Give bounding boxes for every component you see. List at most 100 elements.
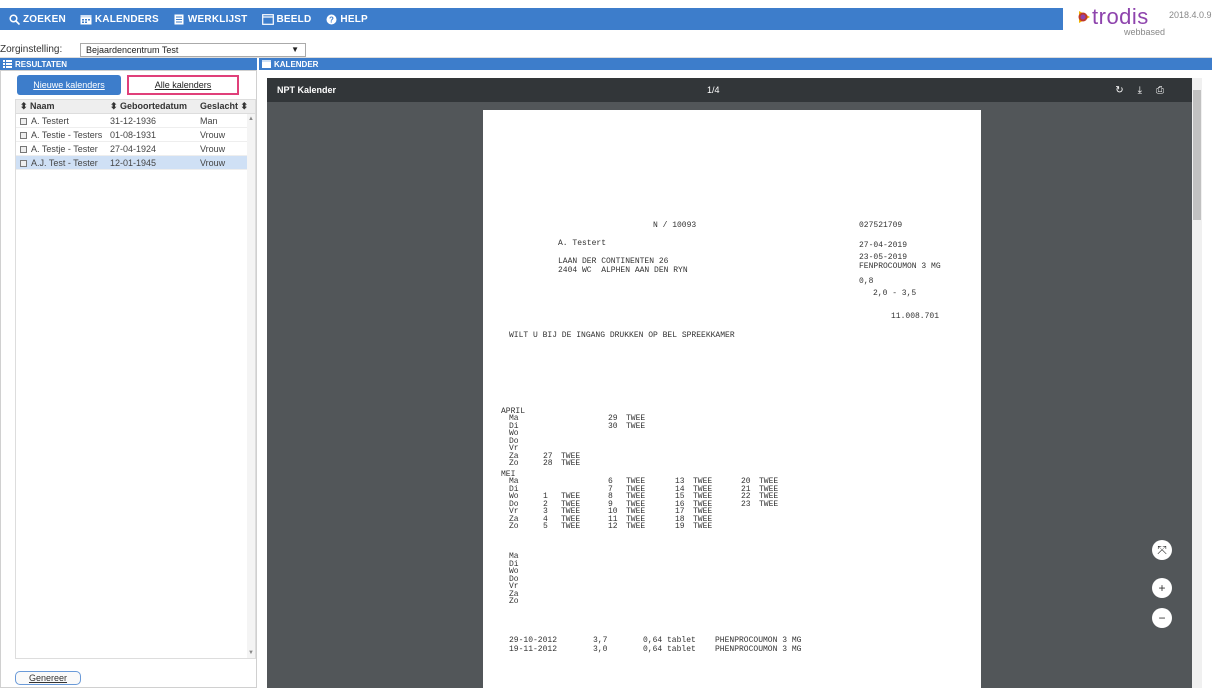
history-row: 19-11-2012: [509, 645, 558, 654]
scroll-up-icon[interactable]: ▲: [248, 116, 254, 122]
table-row[interactable]: A. Testert 31-12-1936 Man: [16, 114, 255, 128]
doc-medication: FENPROCOUMON 3 MG: [859, 262, 941, 271]
menu-label: ZOEKEN: [23, 13, 66, 25]
history-row: PHENPROCOUMON 3 MG: [715, 645, 802, 654]
doc-notice: WILT U BIJ DE INGANG DRUKKEN OP BEL SPRE…: [509, 331, 735, 340]
day-number: 12: [608, 522, 618, 531]
help-icon: ?: [325, 13, 337, 25]
svg-text:?: ?: [329, 15, 334, 24]
day-note: TWEE: [561, 459, 581, 468]
menu-werklijst[interactable]: WERKLIJST: [173, 13, 248, 25]
top-bar: ZOEKEN KALENDERS WERKLIJST BEELD ? HELP …: [0, 0, 1212, 40]
doc-address2: 2404 WC ALPHEN AAN DEN RYN: [558, 266, 688, 275]
rotate-icon[interactable]: ↻: [1115, 85, 1123, 96]
menu-zoeken[interactable]: ZOEKEN: [8, 13, 66, 25]
zorginstelling-bar: Zorginstelling: Bejaardencentrum Test ▼: [0, 42, 1212, 58]
brand-logo-icon: [1078, 11, 1090, 23]
day-number: 28: [543, 459, 553, 468]
table-row-selected[interactable]: A.J. Test - Tester 12-01-1945 Vrouw: [16, 156, 255, 170]
results-panel: Nieuwe kalenders Alle kalenders ⬍ Naam ⬍…: [0, 70, 257, 688]
tab-alle-kalenders[interactable]: Alle kalenders: [127, 75, 239, 95]
doc-date-to: 23-05-2019: [859, 253, 908, 262]
calendar-tabs: Nieuwe kalenders Alle kalenders: [17, 75, 239, 95]
menu-label: BEELD: [276, 13, 312, 25]
brand-subtitle: webbased: [1124, 27, 1166, 37]
menu-beeld[interactable]: BEELD: [261, 13, 312, 25]
results-title: RESULTATEN: [15, 59, 67, 69]
column-header-geslacht[interactable]: Geslacht ⬍: [196, 101, 251, 112]
fit-page-icon[interactable]: ⤧: [1152, 540, 1172, 560]
row-checkbox[interactable]: [20, 159, 27, 167]
calendar-icon: [80, 13, 92, 25]
history-row: 29-10-2012: [509, 636, 558, 645]
row-checkbox[interactable]: [20, 117, 27, 125]
day-number: 30: [608, 421, 618, 431]
pdf-toolbar: NPT Kalender 1/4 ↻ ⤓ ⎙: [267, 78, 1202, 102]
calendar-header: KALENDER: [259, 58, 1212, 70]
zorginstelling-select[interactable]: Bejaardencentrum Test ▼: [80, 43, 306, 57]
pdf-viewer: NPT Kalender 1/4 ↻ ⤓ ⎙ N / 10093 A. Test…: [267, 78, 1202, 688]
pdf-title: NPT Kalender: [277, 85, 337, 95]
day-label: Zo: [509, 597, 519, 606]
history-row: PHENPROCOUMON 3 MG: [715, 636, 802, 645]
menu-label: HELP: [340, 13, 368, 25]
calendar-icon: [262, 60, 271, 68]
tab-nieuwe-kalenders[interactable]: Nieuwe kalenders: [17, 75, 121, 95]
zoom-out-icon[interactable]: −: [1152, 608, 1172, 628]
doc-id-number: 027521709: [859, 221, 903, 230]
table-scrollbar[interactable]: ▲ ▼: [247, 114, 255, 658]
column-header-naam[interactable]: ⬍ Naam: [16, 101, 106, 112]
day-note: TWEE: [626, 522, 646, 531]
history-row: 3,7: [593, 636, 608, 645]
doc-reference: 11.008.701: [891, 312, 940, 321]
pdf-scrollbar-thumb[interactable]: [1193, 90, 1201, 220]
day-label: Zo: [509, 522, 519, 531]
print-icon[interactable]: ⎙: [1156, 85, 1164, 96]
brand-name: trodis: [1092, 4, 1149, 29]
history-row: 0,64 tablet: [643, 636, 696, 645]
pdf-scrollbar[interactable]: [1192, 78, 1202, 688]
table-header: ⬍ Naam ⬍ Geboortedatum Geslacht ⬍: [16, 100, 255, 114]
doc-dose: 0,8: [859, 277, 874, 286]
pdf-page: N / 10093 A. Testert LAAN DER CONTINENTE…: [483, 110, 981, 688]
row-checkbox[interactable]: [20, 145, 27, 153]
results-header: RESULTATEN: [0, 58, 257, 70]
day-label: Zo: [509, 459, 519, 468]
table-row[interactable]: A. Testie - Testers 01-08-1931 Vrouw: [16, 128, 255, 142]
pdf-page-indicator: 1/4: [707, 85, 720, 95]
day-note: TWEE: [561, 522, 581, 531]
day-note: TWEE: [626, 421, 646, 431]
row-checkbox[interactable]: [20, 131, 27, 139]
calendar-panel: NPT Kalender 1/4 ↻ ⤓ ⎙ N / 10093 A. Test…: [259, 70, 1212, 688]
list-icon: [3, 60, 12, 68]
table-row[interactable]: A. Testje - Tester 27-04-1924 Vrouw: [16, 142, 255, 156]
day-number: 23: [741, 499, 751, 509]
chevron-down-icon: ▼: [291, 45, 299, 54]
menu-kalenders[interactable]: KALENDERS: [80, 13, 159, 25]
scroll-down-icon[interactable]: ▼: [248, 650, 254, 656]
list-icon: [173, 13, 185, 25]
doc-range: 2,0 - 3,5: [873, 289, 917, 298]
day-number: 5: [543, 522, 548, 531]
history-row: 3,0: [593, 645, 608, 654]
day-note: TWEE: [759, 499, 779, 509]
column-header-geboortedatum[interactable]: ⬍ Geboortedatum: [106, 101, 196, 112]
zoom-in-icon[interactable]: +: [1152, 578, 1172, 598]
patients-table: ⬍ Naam ⬍ Geboortedatum Geslacht ⬍ A. Tes…: [15, 99, 256, 659]
doc-address1: LAAN DER CONTINENTEN 26: [558, 257, 669, 266]
menu-help[interactable]: ? HELP: [325, 13, 368, 25]
calendar-title: KALENDER: [274, 59, 319, 69]
generate-button[interactable]: Genereer: [15, 671, 81, 685]
menu-label: KALENDERS: [94, 13, 159, 25]
doc-code: N / 10093: [653, 221, 697, 230]
day-note: TWEE: [693, 522, 713, 531]
download-icon[interactable]: ⤓: [1138, 85, 1142, 96]
doc-date-from: 27-04-2019: [859, 241, 908, 250]
search-icon: [8, 13, 20, 25]
zorginstelling-label: Zorginstelling:: [0, 44, 63, 55]
main-menu: ZOEKEN KALENDERS WERKLIJST BEELD ? HELP: [0, 8, 1063, 30]
window-icon: [261, 13, 274, 25]
brand-logo: trodis: [1076, 6, 1149, 28]
zorginstelling-value: Bejaardencentrum Test: [86, 45, 179, 55]
day-number: 19: [675, 522, 685, 531]
